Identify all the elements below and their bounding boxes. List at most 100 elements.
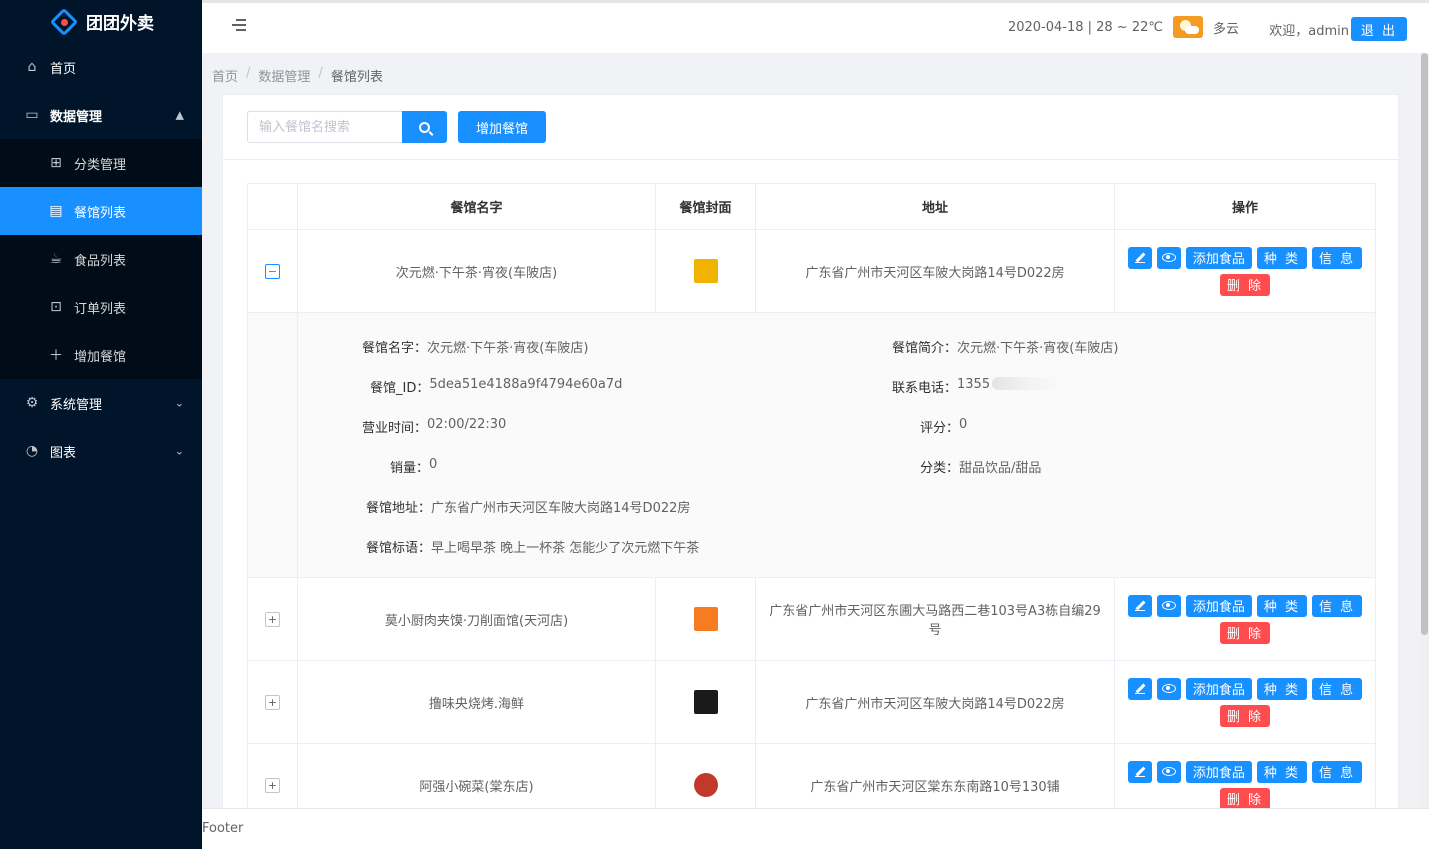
sidebar-item-add-restaurant[interactable]: ＋ 增加餐馆	[0, 331, 202, 379]
sidebar-item-label: 餐馆列表	[74, 205, 127, 221]
chevron-down-icon: ⌄	[174, 396, 184, 410]
sidebar-item-food-list[interactable]: ☕ 食品列表	[0, 235, 202, 283]
plus-icon: ＋	[49, 348, 63, 364]
info-button[interactable]: 信 息	[1312, 760, 1363, 783]
restaurant-address: 广东省广州市天河区东圃大马路西二巷103号A3栋自编29号	[756, 578, 1115, 660]
top-header: 2020-04-18 | 28 ~ 22℃ 多云 欢迎，admin 退 出	[202, 0, 1429, 53]
collapse-row-icon[interactable]: −	[265, 263, 280, 279]
expand-row-icon[interactable]: +	[265, 694, 280, 710]
footer: Footer	[202, 808, 1429, 849]
collapse-menu-icon[interactable]	[232, 19, 246, 31]
sidebar-item-label: 分类管理	[74, 157, 127, 173]
restaurant-address: 广东省广州市天河区车陂大岗路14号D022房	[756, 661, 1115, 743]
scrollbar-thumb[interactable]	[1421, 53, 1428, 635]
detail-rating: 评分： 0	[920, 417, 968, 436]
sidebar-item-restaurant-list[interactable]: ▤ 餐馆列表	[0, 187, 202, 235]
edit-button[interactable]	[1127, 760, 1152, 783]
delete-button[interactable]: 删 除	[1219, 704, 1271, 727]
breadcrumb-data-management[interactable]: 数据管理	[258, 66, 310, 85]
sidebar-item-label: 增加餐馆	[74, 349, 127, 365]
expand-row-icon[interactable]: +	[265, 777, 280, 793]
detail-id: 餐馆_ID： 5dea51e4188a9f4794e60a7d	[370, 377, 623, 396]
breadcrumb-home[interactable]: 首页	[212, 66, 238, 85]
category-button[interactable]: 种 类	[1256, 760, 1307, 783]
add-food-button[interactable]: 添加食品	[1185, 594, 1252, 617]
category-button[interactable]: 种 类	[1256, 594, 1307, 617]
grid-icon: ⊞	[50, 155, 62, 171]
sidebar-item-label: 数据管理	[50, 109, 103, 125]
view-button[interactable]	[1156, 760, 1181, 783]
info-button[interactable]: 信 息	[1312, 246, 1363, 269]
restaurant-table: 餐馆名字 餐馆封面 地址 操作 − 次元燃·下午茶·宵夜(车陂店) 广东省广州市…	[247, 183, 1376, 808]
logout-button[interactable]: 退 出	[1350, 17, 1407, 41]
view-button[interactable]	[1156, 246, 1181, 269]
add-food-button[interactable]: 添加食品	[1185, 760, 1252, 783]
info-button[interactable]: 信 息	[1312, 677, 1363, 700]
detail-address: 餐馆地址： 广东省广州市天河区车陂大岗路14号D022房	[366, 501, 691, 516]
expand-row-icon[interactable]: +	[265, 611, 280, 627]
eye-icon	[1161, 601, 1176, 610]
search-button[interactable]	[402, 111, 447, 143]
restaurant-cover-image	[693, 690, 718, 714]
detail-sales: 销量： 0	[390, 457, 438, 476]
restaurant-cover-image	[693, 259, 718, 283]
add-food-button[interactable]: 添加食品	[1185, 246, 1252, 269]
view-button[interactable]	[1156, 594, 1181, 617]
gear-icon: ⚙	[25, 395, 39, 411]
detail-slogan: 餐馆标语： 早上喝早茶 晚上一杯茶 怎能少了次元燃下午茶	[366, 541, 700, 556]
coffee-cup-icon: ☕	[49, 251, 63, 267]
restaurant-cover-image	[693, 607, 718, 631]
pencil-icon	[1134, 253, 1145, 263]
sidebar-item-home[interactable]: ⌂ 首页	[0, 43, 202, 91]
blurred-phone-mask	[992, 377, 1063, 390]
category-button[interactable]: 种 类	[1256, 246, 1307, 269]
pie-chart-icon: ◔	[25, 443, 39, 459]
toolbar: 增加餐馆	[223, 95, 1398, 160]
sidebar-item-label: 首页	[50, 61, 77, 77]
welcome-text: 欢迎，admin	[1269, 24, 1349, 39]
category-button[interactable]: 种 类	[1256, 677, 1307, 700]
column-header-name: 餐馆名字	[298, 184, 656, 229]
app-title: 团团外卖	[86, 14, 154, 34]
sidebar-item-label: 图表	[50, 445, 77, 461]
detail-hours: 营业时间： 02:00/22:30	[362, 417, 507, 436]
table-row: + 阿强小碗菜(棠东店) 广东省广州市天河区棠东东南路10号130铺 添加食品 …	[248, 744, 1375, 808]
sidebar-item-charts[interactable]: ◔ 图表 ⌄	[0, 427, 202, 475]
weather-text: 2020-04-18 | 28 ~ 22℃	[1007, 19, 1163, 35]
edit-button[interactable]	[1127, 677, 1152, 700]
delete-button[interactable]: 删 除	[1219, 273, 1271, 296]
sidebar-item-data-management[interactable]: ▭ 数据管理 ▲	[0, 91, 202, 139]
detail-name: 餐馆名字： 次元燃·下午茶·宵夜(车陂店)	[362, 341, 589, 356]
restaurant-name: 次元燃·下午茶·宵夜(车陂店)	[298, 230, 656, 312]
eye-icon	[1161, 684, 1176, 693]
page-scrollbar[interactable]	[1420, 53, 1429, 808]
app-logo[interactable]: 团团外卖	[0, 0, 202, 43]
table-row: − 次元燃·下午茶·宵夜(车陂店) 广东省广州市天河区车陂大岗路14号D022房…	[248, 230, 1375, 313]
expanded-row-detail: 餐馆名字： 次元燃·下午茶·宵夜(车陂店) 餐馆简介： 次元燃·下午茶·宵夜(车…	[248, 313, 1375, 578]
order-icon: ⊡	[50, 299, 62, 315]
info-button[interactable]: 信 息	[1312, 594, 1363, 617]
sidebar-item-system-management[interactable]: ⚙ 系统管理 ⌄	[0, 379, 202, 427]
row-actions: 添加食品 种 类 信 息 删 除	[1115, 578, 1375, 660]
sidebar-item-order-list[interactable]: ⊡ 订单列表	[0, 283, 202, 331]
eye-icon	[1161, 253, 1176, 262]
pencil-icon	[1134, 767, 1145, 777]
table-row: + 撸味央烧烤.海鲜 广东省广州市天河区车陂大岗路14号D022房 添加食品 种…	[248, 661, 1375, 744]
sidebar-item-category-management[interactable]: ⊞ 分类管理	[0, 139, 202, 187]
main-card: 增加餐馆 餐馆名字 餐馆封面 地址 操作 − 次元燃·下午茶·宵夜(车陂店) 广…	[222, 94, 1399, 809]
add-restaurant-button[interactable]: 增加餐馆	[458, 111, 546, 143]
edit-button[interactable]	[1127, 246, 1152, 269]
delete-button[interactable]: 删 除	[1219, 621, 1271, 644]
breadcrumb-current: 餐馆列表	[330, 70, 383, 85]
edit-button[interactable]	[1127, 594, 1152, 617]
add-food-button[interactable]: 添加食品	[1185, 677, 1252, 700]
view-button[interactable]	[1156, 677, 1181, 700]
restaurant-cover-image	[693, 773, 718, 797]
delete-button[interactable]: 删 除	[1219, 787, 1271, 808]
search-input[interactable]	[247, 111, 403, 143]
table-header: 餐馆名字 餐馆封面 地址 操作	[248, 184, 1375, 230]
detail-phone: 联系电话： 1355	[892, 377, 1063, 396]
column-header-actions: 操作	[1231, 201, 1258, 216]
search-icon	[419, 121, 430, 133]
table-row: + 莫小厨肉夹馍·刀削面馆(天河店) 广东省广州市天河区东圃大马路西二巷103号…	[248, 578, 1375, 661]
